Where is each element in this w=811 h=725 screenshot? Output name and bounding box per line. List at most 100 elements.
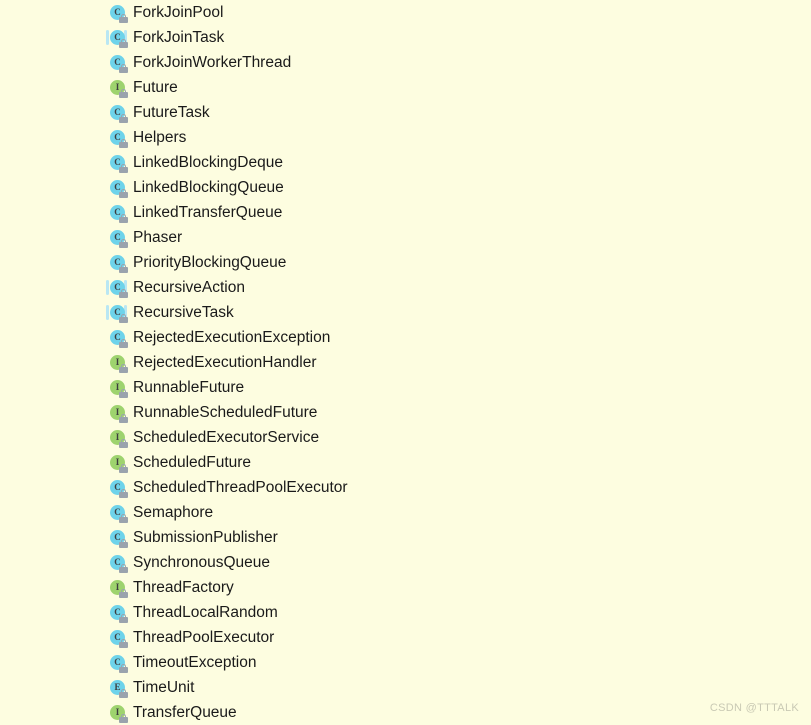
class-icon: C bbox=[107, 177, 128, 198]
list-item-label: Future bbox=[133, 79, 178, 96]
lock-icon bbox=[119, 664, 128, 673]
lock-icon bbox=[119, 239, 128, 248]
list-item[interactable]: C SubmissionPublisher bbox=[0, 525, 811, 550]
list-item-label: ForkJoinWorkerThread bbox=[133, 54, 292, 71]
list-item[interactable]: C ThreadLocalRandom bbox=[0, 600, 811, 625]
list-item-label: LinkedBlockingQueue bbox=[133, 179, 284, 196]
lock-body-icon bbox=[119, 267, 128, 273]
enum-icon: E bbox=[107, 677, 128, 698]
lock-body-icon bbox=[119, 442, 128, 448]
lock-body-icon bbox=[119, 467, 128, 473]
lock-icon bbox=[119, 314, 128, 323]
list-item[interactable]: C RejectedExecutionException bbox=[0, 325, 811, 350]
lock-icon bbox=[119, 289, 128, 298]
lock-icon bbox=[119, 189, 128, 198]
lock-icon bbox=[119, 464, 128, 473]
class-icon: C bbox=[107, 52, 128, 73]
lock-body-icon bbox=[119, 142, 128, 148]
list-item[interactable]: E TimeUnit bbox=[0, 675, 811, 700]
class-icon: C bbox=[107, 602, 128, 623]
interface-icon: I bbox=[107, 377, 128, 398]
list-item[interactable]: C RecursiveAction bbox=[0, 275, 811, 300]
lock-body-icon bbox=[119, 92, 128, 98]
lock-body-icon bbox=[119, 617, 128, 623]
list-item[interactable]: C ForkJoinPool bbox=[0, 0, 811, 25]
abstract-marker-left-icon bbox=[106, 30, 109, 45]
list-item-label: SubmissionPublisher bbox=[133, 529, 278, 546]
lock-icon bbox=[119, 139, 128, 148]
list-item-label: ScheduledExecutorService bbox=[133, 429, 320, 446]
abstract-class-icon: C bbox=[106, 27, 128, 48]
abstract-class-icon: C bbox=[106, 302, 128, 323]
list-item[interactable]: C LinkedBlockingDeque bbox=[0, 150, 811, 175]
member-list[interactable]: C ForkJoinPool C ForkJoinTask C ForkJoinWorke… bbox=[0, 0, 811, 725]
list-item-label: ThreadFactory bbox=[133, 579, 234, 596]
lock-body-icon bbox=[119, 592, 128, 598]
lock-body-icon bbox=[119, 117, 128, 123]
list-item[interactable]: I RunnableScheduledFuture bbox=[0, 400, 811, 425]
abstract-class-icon: C bbox=[106, 277, 128, 298]
list-item-label: Phaser bbox=[133, 229, 183, 246]
lock-body-icon bbox=[119, 492, 128, 498]
class-icon: C bbox=[107, 152, 128, 173]
list-item-label: TimeoutException bbox=[133, 654, 257, 671]
list-item[interactable]: C SynchronousQueue bbox=[0, 550, 811, 575]
lock-body-icon bbox=[119, 242, 128, 248]
list-item[interactable]: C RecursiveTask bbox=[0, 300, 811, 325]
list-item-label: ScheduledThreadPoolExecutor bbox=[133, 479, 348, 496]
lock-body-icon bbox=[119, 217, 128, 223]
list-item-label: TimeUnit bbox=[133, 679, 195, 696]
list-item-label: Semaphore bbox=[133, 504, 214, 521]
list-item[interactable]: I ScheduledFuture bbox=[0, 450, 811, 475]
list-item-label: LinkedTransferQueue bbox=[133, 204, 283, 221]
list-item[interactable]: I ScheduledExecutorService bbox=[0, 425, 811, 450]
lock-body-icon bbox=[119, 342, 128, 348]
class-icon: C bbox=[107, 2, 128, 23]
lock-icon bbox=[119, 439, 128, 448]
list-item-label: RunnableFuture bbox=[133, 379, 245, 396]
interface-icon: I bbox=[107, 402, 128, 423]
list-item[interactable]: C LinkedBlockingQueue bbox=[0, 175, 811, 200]
interface-icon: I bbox=[107, 77, 128, 98]
class-icon: C bbox=[107, 477, 128, 498]
list-item[interactable]: C ForkJoinWorkerThread bbox=[0, 50, 811, 75]
list-item-label: ScheduledFuture bbox=[133, 454, 252, 471]
lock-icon bbox=[119, 589, 128, 598]
list-item-label: FutureTask bbox=[133, 104, 210, 121]
list-item[interactable]: C ForkJoinTask bbox=[0, 25, 811, 50]
lock-icon bbox=[119, 364, 128, 373]
list-item-label: RecursiveAction bbox=[133, 279, 245, 296]
class-icon: C bbox=[107, 552, 128, 573]
list-item[interactable]: I Future bbox=[0, 75, 811, 100]
lock-body-icon bbox=[119, 567, 128, 573]
list-item[interactable]: C Semaphore bbox=[0, 500, 811, 525]
lock-body-icon bbox=[119, 517, 128, 523]
csdn-watermark: CSDN @TTTALK bbox=[709, 702, 799, 714]
list-item[interactable]: C ScheduledThreadPoolExecutor bbox=[0, 475, 811, 500]
lock-icon bbox=[119, 514, 128, 523]
list-item[interactable]: C FutureTask bbox=[0, 100, 811, 125]
list-item[interactable]: C Helpers bbox=[0, 125, 811, 150]
list-item[interactable]: I RunnableFuture bbox=[0, 375, 811, 400]
lock-body-icon bbox=[119, 192, 128, 198]
class-icon: C bbox=[107, 327, 128, 348]
lock-icon bbox=[119, 614, 128, 623]
list-item-label: ForkJoinTask bbox=[133, 29, 225, 46]
list-item-label: ThreadLocalRandom bbox=[133, 604, 278, 621]
lock-icon bbox=[119, 339, 128, 348]
list-item[interactable]: C PriorityBlockingQueue bbox=[0, 250, 811, 275]
list-item[interactable]: I TransferQueue bbox=[0, 700, 811, 725]
list-item[interactable]: C Phaser bbox=[0, 225, 811, 250]
list-item[interactable]: I ThreadFactory bbox=[0, 575, 811, 600]
lock-icon bbox=[119, 639, 128, 648]
class-icon: C bbox=[107, 527, 128, 548]
abstract-marker-left-icon bbox=[106, 305, 109, 320]
class-icon: C bbox=[107, 502, 128, 523]
lock-body-icon bbox=[119, 67, 128, 73]
list-item[interactable]: C LinkedTransferQueue bbox=[0, 200, 811, 225]
class-icon: C bbox=[107, 652, 128, 673]
lock-body-icon bbox=[119, 367, 128, 373]
list-item[interactable]: I RejectedExecutionHandler bbox=[0, 350, 811, 375]
list-item[interactable]: C ThreadPoolExecutor bbox=[0, 625, 811, 650]
list-item[interactable]: C TimeoutException bbox=[0, 650, 811, 675]
